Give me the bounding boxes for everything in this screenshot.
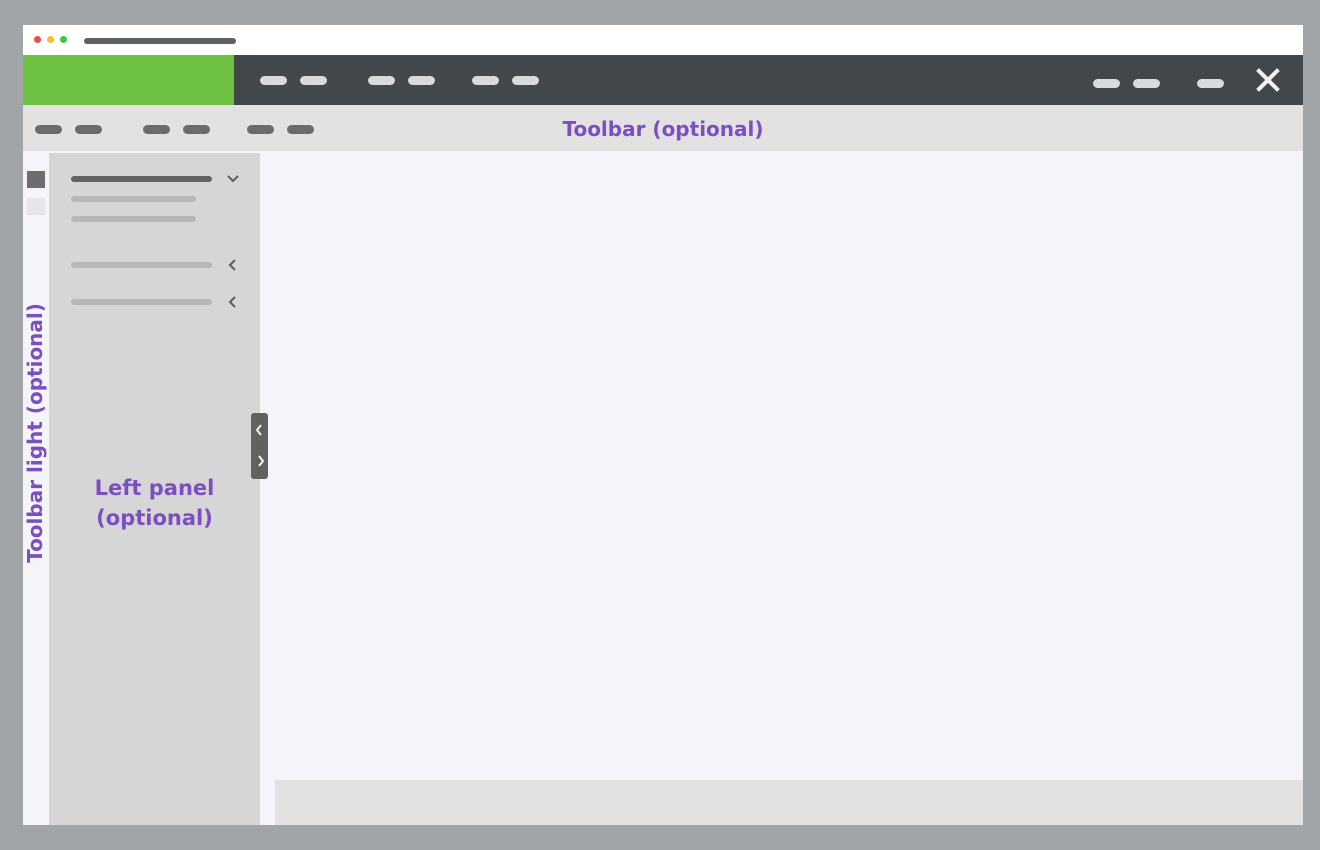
vertical-toolbar-button-2[interactable] <box>27 198 45 215</box>
chevron-down-icon[interactable] <box>226 172 240 186</box>
header-menu-item-2[interactable] <box>300 76 327 85</box>
left-panel-section-2-title[interactable] <box>71 262 212 268</box>
header-menu-item-1[interactable] <box>260 76 287 85</box>
close-icon[interactable] <box>1255 67 1281 93</box>
left-panel-section-1-item-2[interactable] <box>71 216 196 222</box>
toolbar-title: Toolbar (optional) <box>562 117 764 141</box>
header-menu-item-6[interactable] <box>512 76 539 85</box>
chevron-left-icon[interactable] <box>226 295 240 309</box>
left-panel-title: Left panel (optional) <box>49 473 260 533</box>
left-panel-section-1-item-1[interactable] <box>71 196 196 202</box>
app-header <box>23 55 1303 105</box>
header-menu-item-3[interactable] <box>368 76 395 85</box>
left-panel: Left panel (optional) <box>49 153 260 825</box>
vertical-toolbar-button-1[interactable] <box>27 171 45 188</box>
left-panel-title-text: Left panel (optional) <box>94 476 215 530</box>
main-content-area <box>260 153 1303 780</box>
header-action-3[interactable] <box>1197 79 1224 88</box>
window-title-placeholder <box>84 38 236 44</box>
chevron-left-icon[interactable] <box>226 258 240 272</box>
window-maximize-dot[interactable] <box>60 36 67 43</box>
left-panel-section-3-title[interactable] <box>71 299 212 305</box>
app-window: Toolbar (optional) Toolbar light (option… <box>23 25 1303 825</box>
window-titlebar <box>23 25 1303 55</box>
toolbar: Toolbar (optional) <box>23 105 1303 151</box>
header-menu-item-5[interactable] <box>472 76 499 85</box>
window-close-dot[interactable] <box>34 36 41 43</box>
window-minimize-dot[interactable] <box>47 36 54 43</box>
header-menu-item-4[interactable] <box>408 76 435 85</box>
vertical-toolbar-title: Toolbar light (optional) <box>23 303 47 563</box>
left-panel-section-1-title[interactable] <box>71 176 212 182</box>
bottom-panel <box>275 780 1303 825</box>
header-action-1[interactable] <box>1093 79 1120 88</box>
brand-logo-area[interactable] <box>23 55 234 105</box>
vertical-toolbar: Toolbar light (optional) <box>23 153 49 825</box>
header-action-2[interactable] <box>1133 79 1160 88</box>
